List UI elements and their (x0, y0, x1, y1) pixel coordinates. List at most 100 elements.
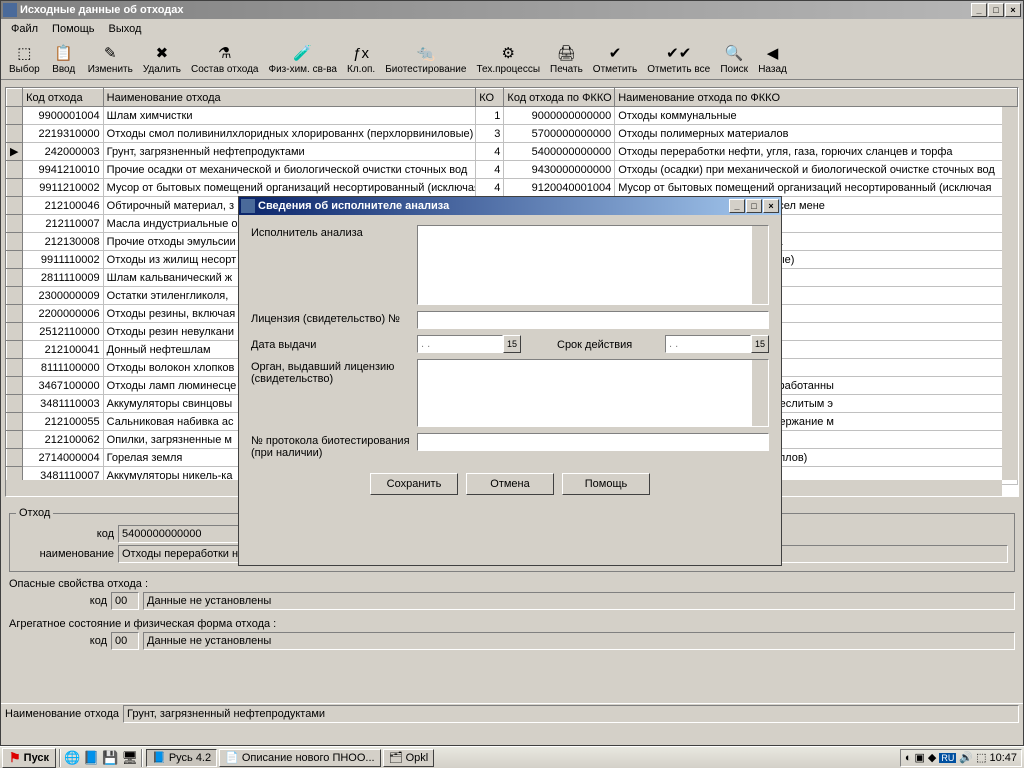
toolbar-Ввод[interactable]: 📋Ввод (46, 41, 82, 77)
quicklaunch-app-icon[interactable]: 📘 (83, 750, 99, 766)
row-indicator (7, 215, 23, 233)
cell: 4 (476, 179, 504, 197)
issue-date-picker-button[interactable]: 15 (503, 335, 521, 353)
status-value: Грунт, загрязненный нефтепродуктами (123, 705, 1019, 723)
expiry-date-input[interactable]: . . (665, 335, 751, 353)
tray-icon[interactable]: ◆ (928, 751, 936, 764)
waste-group-label: Отход (16, 507, 53, 519)
quicklaunch-desktop-icon[interactable]: 🖥 (122, 750, 139, 766)
toolbar-Поиск[interactable]: 🔍Поиск (716, 41, 752, 77)
table-row[interactable]: 9941210010Прочие осадки от механической … (7, 161, 1018, 179)
dialog-maximize-button[interactable]: □ (746, 199, 762, 213)
toolbar-Биотестирование[interactable]: 🐀Биотестирование (381, 41, 470, 77)
issue-date-label: Дата выдачи (251, 337, 411, 351)
executor-scrollbar[interactable] (752, 226, 768, 304)
toolbar-Выбор[interactable]: ⬚Выбор (5, 41, 44, 77)
row-indicator (7, 161, 23, 179)
toolbar: ⬚Выбор📋Ввод✎Изменить✖Удалить⚗Состав отхо… (1, 39, 1023, 80)
row-indicator (7, 305, 23, 323)
toolbar-icon: ✖ (152, 43, 172, 63)
cell: 9120040001004 (504, 179, 615, 197)
analysis-dialog: Сведения об исполнителе анализа _ □ × Ис… (238, 196, 782, 566)
code-label: код (16, 528, 114, 540)
table-row[interactable]: 9911210002Мусор от бытовых помещений орг… (7, 179, 1018, 197)
hazard-text: Данные не установлены (143, 592, 1015, 610)
column-header[interactable]: Наименование отхода (103, 89, 476, 107)
table-row[interactable]: 9900001004Шлам химчистки19000000000000От… (7, 107, 1018, 125)
column-header[interactable]: КО (476, 89, 504, 107)
tray-icon[interactable]: ⬚ (976, 751, 986, 764)
toolbar-icon: ⚙ (498, 43, 518, 63)
expiry-date-picker-button[interactable]: 15 (751, 335, 769, 353)
toolbar-label: Выбор (9, 64, 40, 75)
save-button[interactable]: Сохранить (370, 473, 458, 495)
main-title: Исходные данные об отходах (20, 4, 971, 16)
dialog-minimize-button[interactable]: _ (729, 199, 745, 213)
issue-date-input[interactable]: . . (417, 335, 503, 353)
dialog-titlebar: Сведения об исполнителе анализа _ □ × (239, 197, 781, 215)
quicklaunch-save-icon[interactable]: 💾 (102, 750, 118, 766)
dialog-close-button[interactable]: × (763, 199, 779, 213)
table-row[interactable]: 2219310000Отходы смол поливинилхлоридных… (7, 125, 1018, 143)
table-row[interactable]: ▶242000003Грунт, загрязненный нефтепроду… (7, 143, 1018, 161)
cell: 9911210002 (23, 179, 104, 197)
issuer-textarea[interactable] (417, 359, 769, 427)
column-header[interactable]: Код отхода (23, 89, 104, 107)
protocol-input[interactable] (417, 433, 769, 451)
row-indicator (7, 269, 23, 287)
help-button[interactable]: Помощь (562, 473, 650, 495)
toolbar-Изменить[interactable]: ✎Изменить (84, 41, 137, 77)
taskbar-item[interactable]: 🗂Opkl (383, 749, 435, 767)
cell: Мусор от бытовых помещений организаций н… (103, 179, 476, 197)
cell: Отходы полимерных материалов (615, 125, 1018, 143)
grid-corner (7, 89, 23, 107)
column-header[interactable]: Наименование отхода по ФККО (615, 89, 1018, 107)
close-button[interactable]: × (1005, 3, 1021, 17)
taskbar-item-label: Opkl (406, 752, 429, 764)
taskbar-separator (141, 749, 143, 767)
toolbar-icon: 🧪 (293, 43, 313, 63)
toolbar-Отметить[interactable]: ✔Отметить (589, 41, 641, 77)
toolbar-Тех.процессы[interactable]: ⚙Тех.процессы (472, 41, 544, 77)
aggregate-label: Агрегатное состояние и физическая форма … (9, 618, 276, 630)
toolbar-Удалить[interactable]: ✖Удалить (139, 41, 185, 77)
maximize-button[interactable]: □ (988, 3, 1004, 17)
issuer-scrollbar[interactable] (752, 360, 768, 426)
executor-textarea[interactable] (417, 225, 769, 305)
tray-icon[interactable]: 🔊 (959, 751, 973, 764)
license-input[interactable] (417, 311, 769, 329)
tray-icon[interactable]: ◐ (905, 752, 912, 764)
taskbar-item[interactable]: 📘Русь 4.2 (146, 749, 217, 767)
cell: 2219310000 (23, 125, 104, 143)
aggregate-code-value: 00 (111, 632, 139, 650)
grid-scrollbar-vertical[interactable] (1002, 107, 1018, 480)
toolbar-Назад[interactable]: ◀Назад (754, 41, 791, 77)
menu-exit[interactable]: Выход (103, 21, 148, 37)
cell: 9941210010 (23, 161, 104, 179)
taskbar-item[interactable]: 📄Описание нового ПНОО... (219, 749, 380, 767)
code-value: 5400000000000 (118, 525, 248, 543)
cell: Отходы (осадки) при механической и биоло… (615, 161, 1018, 179)
toolbar-Печать[interactable]: 🖨Печать (546, 41, 587, 77)
toolbar-Физ-хим. св-ва[interactable]: 🧪Физ-хим. св-ва (264, 41, 341, 77)
column-header[interactable]: Код отхода по ФККО (504, 89, 615, 107)
toolbar-Отметить все[interactable]: ✔✔Отметить все (643, 41, 714, 77)
tray-lang-icon[interactable]: RU (939, 753, 956, 763)
cell: Отходы коммунальные (615, 107, 1018, 125)
quicklaunch-ie-icon[interactable]: 🌐 (64, 750, 80, 766)
menu-help[interactable]: Помощь (46, 21, 101, 37)
toolbar-Кл.оп.[interactable]: ƒxКл.оп. (343, 41, 379, 77)
dialog-title: Сведения об исполнителе анализа (258, 200, 729, 212)
app-icon (3, 3, 17, 17)
start-button[interactable]: ⚑ Пуск (2, 748, 56, 768)
menu-file[interactable]: Файл (5, 21, 44, 37)
minimize-button[interactable]: _ (971, 3, 987, 17)
toolbar-icon: ✎ (100, 43, 120, 63)
toolbar-icon: ◀ (763, 43, 783, 63)
row-indicator (7, 413, 23, 431)
row-indicator (7, 341, 23, 359)
tray-icon[interactable]: ▣ (914, 751, 924, 764)
license-label: Лицензия (свидетельство) № (251, 311, 411, 325)
cancel-button[interactable]: Отмена (466, 473, 554, 495)
toolbar-Состав отхода[interactable]: ⚗Состав отхода (187, 41, 262, 77)
